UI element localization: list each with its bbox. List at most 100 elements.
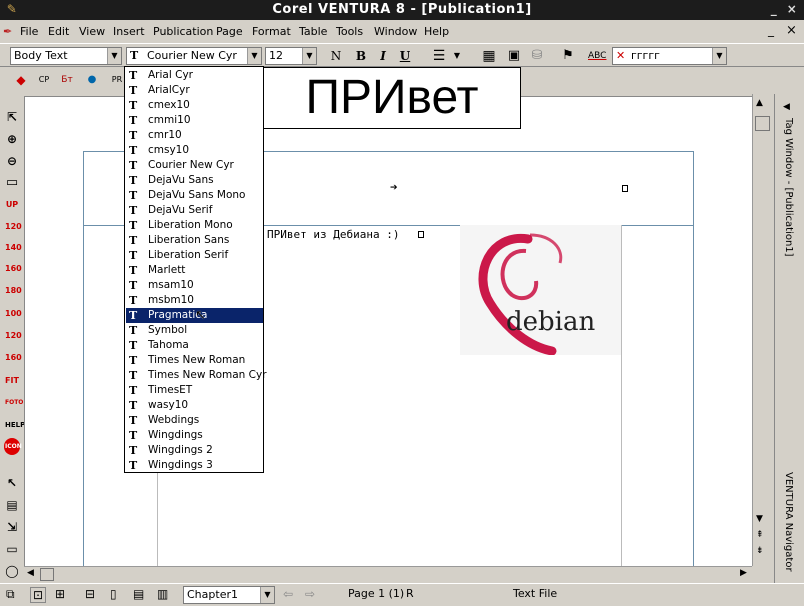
hscroll-thumb[interactable] [40, 568, 54, 581]
view-draft-icon[interactable]: ⧉ [6, 587, 15, 602]
doc-icon[interactable]: ✒ [3, 25, 12, 38]
menu-page[interactable]: Page [216, 25, 243, 38]
font-option[interactable]: Twasy10 [126, 398, 263, 413]
help-icon[interactable]: HELP [4, 416, 25, 433]
page-view-icon[interactable]: ▭ [4, 174, 20, 191]
font-option[interactable]: Tcmsy10 [126, 143, 263, 158]
font-option[interactable]: T Marlett [126, 263, 263, 278]
chevron-down-icon[interactable]: ▼ [302, 48, 316, 64]
chevron-down-icon[interactable]: ▼ [247, 48, 261, 64]
doc-minimize-button[interactable]: _ [768, 23, 774, 37]
zoom-in-icon[interactable]: ⊕ [4, 130, 20, 147]
text-handle[interactable] [418, 231, 424, 238]
spell-check-icon[interactable]: ABC [588, 48, 606, 65]
debian-logo-image[interactable]: debian [460, 225, 621, 356]
menu-publication[interactable]: Publication [153, 25, 213, 38]
align-dropdown-icon[interactable]: ▼ [448, 48, 466, 65]
web-icon[interactable]: ● [83, 72, 101, 89]
facing-pages-icon[interactable]: ▤ [133, 587, 144, 601]
font-option[interactable]: T Wingdings 2 [126, 443, 263, 458]
ellipse-tool-icon[interactable]: ◯ [4, 562, 20, 579]
table-icon[interactable]: ▦ [480, 48, 498, 65]
italic-button[interactable]: I [374, 48, 392, 65]
bold-button[interactable]: B [352, 48, 370, 65]
text-tool-icon[interactable]: ▤ [4, 496, 20, 513]
zoom-up-icon[interactable]: UP [4, 196, 20, 213]
new-icon[interactable]: ◆ [12, 72, 30, 89]
menu-window[interactable]: Window [374, 25, 417, 38]
font-option[interactable]: T ArialCyr [126, 83, 263, 98]
menu-edit[interactable]: Edit [48, 25, 69, 38]
horizontal-scrollbar[interactable]: ◀ ▶ [24, 566, 752, 582]
icon-tool-icon[interactable]: ICON [4, 438, 22, 455]
close-button[interactable]: × [784, 2, 800, 17]
menu-format[interactable]: Format [252, 25, 291, 38]
menu-table[interactable]: Table [299, 25, 327, 38]
copy-format-icon[interactable]: CP [35, 72, 53, 89]
zoom-120b-icon[interactable]: 120 [4, 327, 22, 344]
zoom-fit-icon[interactable]: FIT [4, 372, 20, 389]
font-option[interactable]: T Times New Roman Cyr [126, 368, 267, 383]
photo-icon[interactable]: FOTO [4, 394, 23, 411]
align-left-icon[interactable]: ☰ [430, 48, 448, 65]
chapter-combo[interactable]: Chapter1 ▼ [183, 586, 275, 604]
menu-file[interactable]: File [20, 25, 38, 38]
tag-window-tab[interactable]: Tag Window - [Publication1] [783, 118, 794, 257]
zoom-out-icon[interactable]: ⊖ [4, 152, 20, 169]
font-option[interactable]: T Times New Roman [126, 353, 263, 368]
scroll-thumb[interactable] [755, 116, 770, 131]
single-page-icon[interactable]: ▯ [110, 587, 117, 601]
zoom-160-icon[interactable]: 160 [4, 260, 22, 277]
chevron-down-icon[interactable]: ▼ [260, 587, 274, 603]
scroll-left-icon[interactable]: ◀ [27, 568, 34, 578]
font-option[interactable]: T Liberation Sans [126, 233, 263, 248]
rectangle-tool-icon[interactable]: ▭ [4, 540, 20, 557]
font-option[interactable]: Tcmex10 [126, 98, 263, 113]
zoom-180-icon[interactable]: 180 [4, 282, 22, 299]
spread-icon[interactable]: ▥ [157, 587, 168, 601]
chevron-down-icon[interactable]: ▼ [712, 48, 726, 64]
font-option[interactable]: T Webdings [126, 413, 263, 428]
zoom-160b-icon[interactable]: 160 [4, 349, 22, 366]
zoom-100-icon[interactable]: 100 [4, 305, 22, 322]
selection-handle[interactable] [622, 185, 628, 192]
font-option[interactable]: Tcmmi10 [126, 113, 263, 128]
menu-tools[interactable]: Tools [336, 25, 363, 38]
font-option[interactable]: T Liberation Mono [126, 218, 263, 233]
view-zoom-icon[interactable]: ⊞ [55, 587, 65, 601]
font-option[interactable]: T Wingdings 3 [126, 458, 263, 473]
navigator-tab[interactable]: VENTURA Navigator [783, 472, 794, 572]
view-page-icon[interactable]: ⊡ [30, 587, 47, 603]
font-option[interactable]: Tcmr10 [126, 128, 263, 143]
font-option[interactable]: T Symbol [126, 323, 263, 338]
font-option[interactable]: Tmsam10 [126, 278, 263, 293]
vertical-scrollbar[interactable]: ▲ ▼ ⇞ ⇟ [752, 94, 772, 566]
docker-collapse-icon[interactable]: ◀ [783, 102, 790, 112]
import-icon[interactable]: ⛁ [528, 48, 546, 65]
font-option[interactable]: T DejaVu Sans [126, 173, 263, 188]
font-option[interactable]: T Wingdings [126, 428, 263, 443]
font-option[interactable]: T DejaVu Sans Mono [126, 188, 263, 203]
zoom-120-icon[interactable]: 120 [4, 218, 22, 235]
font-size-combo[interactable]: 12 ▼ [265, 47, 317, 65]
font-combo[interactable]: T Courier New Cyr ▼ [126, 47, 262, 65]
font-option[interactable]: T Courier New Cyr [126, 158, 263, 173]
menu-help[interactable]: Help [424, 25, 449, 38]
font-option[interactable]: T Tahoma [126, 338, 263, 353]
next-page-icon[interactable]: ⇟ [756, 546, 764, 556]
minimize-button[interactable]: _ [766, 2, 782, 17]
bookmark-icon[interactable]: ⚑ [559, 48, 577, 65]
paragraph-style-combo[interactable]: Body Text ▼ [10, 47, 122, 65]
language-combo[interactable]: ✕ ггггг ▼ [612, 47, 727, 65]
underline-button[interactable]: U [396, 48, 414, 65]
prev-chapter-icon[interactable]: ⇦ [283, 587, 293, 601]
scroll-down-icon[interactable]: ▼ [756, 514, 763, 524]
scroll-up-icon[interactable]: ▲ [756, 98, 763, 108]
font-option[interactable]: T Arial Cyr [126, 68, 263, 83]
font-option[interactable]: Tmsbm10 [126, 293, 263, 308]
normal-button[interactable]: N [327, 48, 345, 65]
font-option[interactable]: T DejaVu Serif [126, 203, 263, 218]
view-thumbnail-icon[interactable]: ⊟ [85, 587, 95, 601]
prev-page-icon[interactable]: ⇞ [756, 530, 764, 540]
zoom-140-icon[interactable]: 140 [4, 239, 22, 256]
